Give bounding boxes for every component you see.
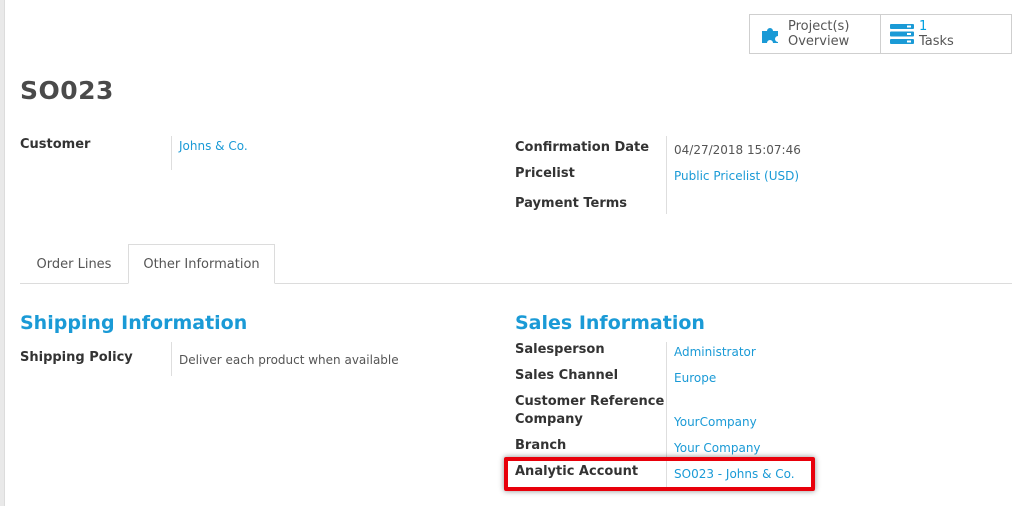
shipping-information-heading: Shipping Information	[20, 312, 248, 334]
payment-terms-label: Payment Terms	[515, 196, 628, 211]
projects-button-line2: Overview	[788, 34, 850, 49]
confirmation-date-label: Confirmation Date	[515, 140, 650, 155]
shipping-separator	[171, 342, 172, 376]
customer-label: Customer	[20, 137, 91, 152]
customer-value[interactable]: Johns & Co.	[179, 138, 248, 154]
salesperson-label: Salesperson	[515, 342, 605, 357]
company-value[interactable]: YourCompany	[674, 414, 757, 430]
projects-button-line1: Project(s)	[788, 19, 850, 34]
sales-channel-label: Sales Channel	[515, 368, 619, 383]
analytic-account-highlight-box	[504, 457, 815, 491]
record-title: SO023	[20, 76, 114, 105]
company-label: Company	[515, 412, 583, 427]
header-right-separator	[666, 136, 667, 214]
pricelist-value[interactable]: Public Pricelist (USD)	[674, 168, 799, 184]
shipping-policy-value[interactable]: Deliver each product when available	[179, 352, 399, 368]
customer-reference-label: Customer Reference	[515, 394, 665, 409]
branch-value[interactable]: Your Company	[674, 440, 761, 456]
left-edge-border	[0, 0, 5, 506]
tasks-label: Tasks	[919, 34, 954, 49]
salesperson-value[interactable]: Administrator	[674, 344, 756, 360]
tasks-button[interactable]: 1 Tasks	[880, 14, 1012, 54]
tasks-count: 1	[919, 19, 928, 34]
tab-order-lines[interactable]: Order Lines	[20, 244, 128, 284]
confirmation-date-value: 04/27/2018 15:07:46	[674, 143, 801, 157]
tab-other-information[interactable]: Other Information	[128, 244, 275, 284]
shipping-policy-label: Shipping Policy	[20, 350, 133, 365]
branch-label: Branch	[515, 438, 567, 453]
sales-channel-value[interactable]: Europe	[674, 370, 716, 386]
tasks-icon	[887, 24, 917, 44]
puzzle-icon	[756, 23, 786, 45]
customer-separator	[171, 136, 172, 170]
sales-information-heading: Sales Information	[515, 312, 705, 334]
pricelist-label: Pricelist	[515, 166, 575, 181]
projects-overview-button[interactable]: Project(s) Overview	[749, 14, 881, 54]
